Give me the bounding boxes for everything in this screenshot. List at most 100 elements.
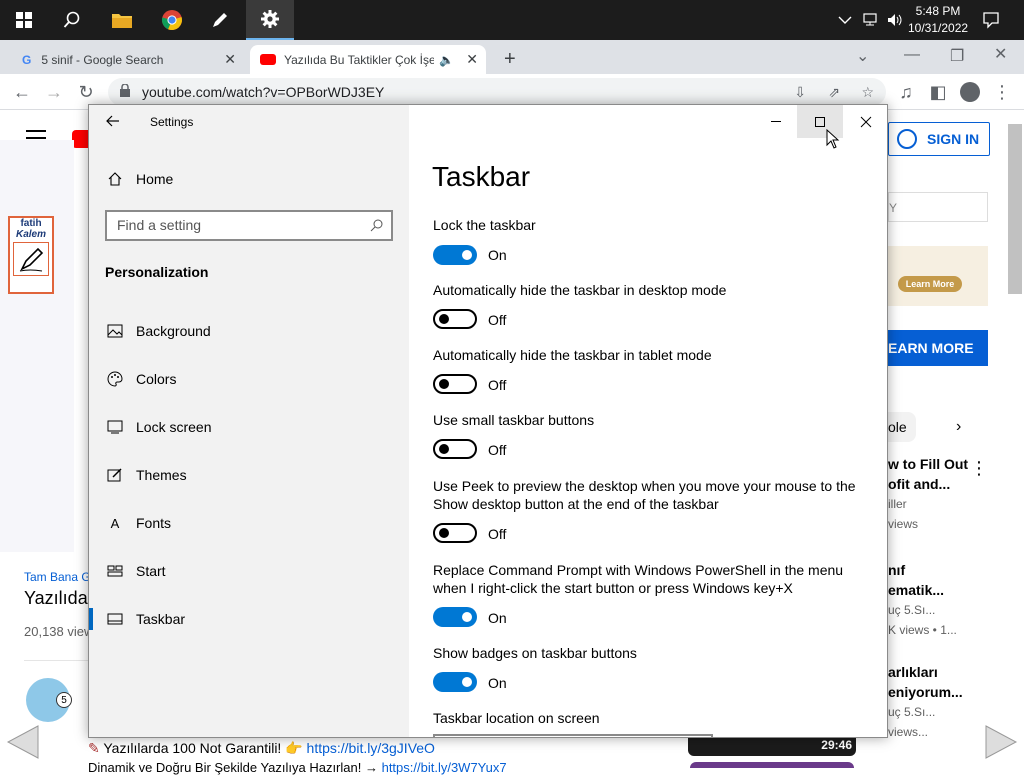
prev-arrow-button[interactable] — [4, 722, 44, 762]
toggle-peek[interactable] — [433, 523, 477, 543]
notifications-button[interactable] — [982, 0, 1000, 40]
toggle-state-small-buttons: Off — [488, 442, 507, 458]
divider — [24, 660, 88, 661]
nav-label: Start — [136, 563, 166, 579]
rec-thumbnail[interactable]: 29:46 — [688, 736, 856, 756]
rec-item-2[interactable]: nıf ematik... uç 5.Sı... K views • 1... — [888, 560, 978, 640]
rec-menu-button[interactable]: ⋮ — [970, 458, 988, 479]
settings-back-button[interactable] — [105, 113, 121, 134]
toggle-badges[interactable] — [433, 672, 477, 692]
close-tab-icon[interactable]: ✕ — [466, 51, 478, 68]
chip-next-button[interactable]: › — [956, 418, 961, 436]
profile-button[interactable] — [958, 80, 982, 104]
search-button[interactable] — [48, 0, 96, 40]
toggle-state-powershell: On — [488, 610, 507, 626]
toggle-lock-taskbar[interactable] — [433, 245, 477, 265]
youtube-logo[interactable] — [72, 130, 88, 148]
section-heading: Personalization — [105, 264, 209, 280]
sign-in-button[interactable]: SIGN IN — [888, 122, 990, 156]
rec-title-2a: nıf — [888, 562, 906, 578]
video-player[interactable] — [0, 140, 74, 552]
settings-close-button[interactable] — [843, 105, 887, 138]
tab-youtube[interactable]: Yazılıda Bu Taktikler Çok İşe Y 🔈 ✕ — [250, 45, 486, 74]
close-browser-button[interactable]: ✕ — [994, 44, 1007, 64]
minimize-browser-button[interactable]: — — [904, 46, 920, 64]
chrome-menu-button[interactable]: ⋮ — [990, 80, 1014, 104]
find-setting-input[interactable]: Find a setting — [105, 210, 393, 241]
settings-nav-start[interactable]: Start — [89, 551, 409, 591]
windows-start-button[interactable] — [0, 0, 48, 40]
rec-thumbnail-2[interactable] — [690, 762, 854, 768]
clock-time: 5:48 PM — [915, 4, 961, 18]
tray-chevron-button[interactable] — [838, 0, 852, 40]
google-icon: G — [22, 52, 32, 67]
settings-minimize-button[interactable] — [753, 105, 799, 138]
logo-text-2: Kalem — [15, 229, 46, 240]
settings-nav-fonts[interactable]: A Fonts — [89, 503, 409, 543]
star-icon[interactable]: ☆ — [861, 84, 874, 101]
rec-item-3[interactable]: arlıkları eniyorum... uç 5.Sı... views..… — [888, 662, 978, 742]
location-dropdown[interactable] — [433, 734, 713, 737]
ad-banner[interactable]: Learn More — [888, 246, 988, 306]
network-button[interactable] — [862, 0, 880, 40]
pen-app-button[interactable] — [196, 0, 244, 40]
side-panel-button[interactable]: ◧ — [926, 80, 950, 104]
settings-taskbar-button[interactable] — [246, 0, 294, 40]
settings-nav-home[interactable]: Home — [89, 159, 409, 199]
tab-search-button[interactable]: ⌄ — [856, 46, 869, 66]
install-icon[interactable]: ⇩ — [794, 84, 806, 101]
audio-icon[interactable]: 🔈 — [439, 53, 454, 67]
settings-nav-taskbar[interactable]: Taskbar — [89, 599, 409, 639]
settings-nav-themes[interactable]: Themes — [89, 455, 409, 495]
back-button[interactable]: ← — [10, 80, 34, 104]
description-link-1[interactable]: https://bit.ly/3gJIVeO — [307, 740, 435, 756]
next-arrow-button[interactable] — [980, 722, 1020, 762]
thumb-duration: 29:46 — [821, 738, 852, 752]
page-scrollbar-thumb[interactable] — [1008, 124, 1022, 294]
channel-avatar[interactable]: 5 — [26, 678, 72, 722]
settings-nav-background[interactable]: Background — [89, 311, 409, 351]
media-control-button[interactable]: ♫ — [894, 80, 918, 104]
channel-hashtag[interactable]: Tam Bana G — [24, 570, 91, 584]
rec-item-1[interactable]: w to Fill Out ofit and... iller views — [888, 454, 978, 534]
start-icon — [106, 562, 124, 580]
tab-google-search[interactable]: G 5 sinif - Google Search ✕ — [12, 45, 244, 74]
toggle-autohide-tablet[interactable] — [433, 374, 477, 394]
file-explorer-button[interactable] — [98, 0, 146, 40]
maximize-icon — [815, 116, 825, 127]
tab-label: 5 sinif - Google Search — [41, 52, 164, 67]
reload-button[interactable]: ↻ — [74, 80, 98, 104]
close-tab-icon[interactable]: ✕ — [224, 51, 236, 68]
chrome-button[interactable] — [148, 0, 196, 40]
toggle-small-buttons[interactable] — [433, 439, 477, 459]
rec-meta-2b: K views • 1... — [888, 623, 957, 637]
address-bar[interactable]: youtube.com/watch?v=OPBorWDJ3EY ⇩ ⇗ ☆ — [108, 78, 886, 106]
filter-chip[interactable]: ole — [888, 412, 916, 442]
ad-search-box[interactable]: Y — [888, 192, 988, 222]
toggle-powershell[interactable] — [433, 607, 477, 627]
share-icon[interactable]: ⇗ — [828, 84, 840, 101]
gear-icon — [261, 10, 279, 28]
palette-icon — [106, 370, 124, 388]
system-clock[interactable]: 5:48 PM 10/31/2022 — [908, 3, 968, 37]
nav-label: Lock screen — [136, 419, 212, 435]
search-icon — [370, 219, 383, 232]
lock-screen-icon — [106, 418, 124, 436]
settings-nav-colors[interactable]: Colors — [89, 359, 409, 399]
nav-label: Colors — [136, 371, 177, 387]
toggle-autohide-desktop[interactable] — [433, 309, 477, 329]
fonts-icon: A — [110, 515, 120, 531]
restore-browser-button[interactable]: ❐ — [950, 46, 964, 66]
new-tab-button[interactable]: + — [494, 45, 526, 74]
learn-more-button[interactable]: EARN MORE — [888, 330, 988, 366]
settings-nav-lock-screen[interactable]: Lock screen — [89, 407, 409, 447]
arrow-left-icon — [106, 115, 119, 127]
chevron-down-icon: ⌄ — [856, 48, 870, 65]
volume-button[interactable] — [886, 0, 904, 40]
ad-learn-more[interactable]: Learn More — [898, 276, 962, 292]
toggle-state-lock: On — [488, 247, 507, 263]
lock-icon — [120, 83, 130, 97]
forward-button[interactable]: → — [42, 80, 66, 104]
note-emoji-icon: ✎ — [88, 740, 100, 756]
option-label-autohide-tablet: Automatically hide the taskbar in tablet… — [433, 347, 712, 363]
